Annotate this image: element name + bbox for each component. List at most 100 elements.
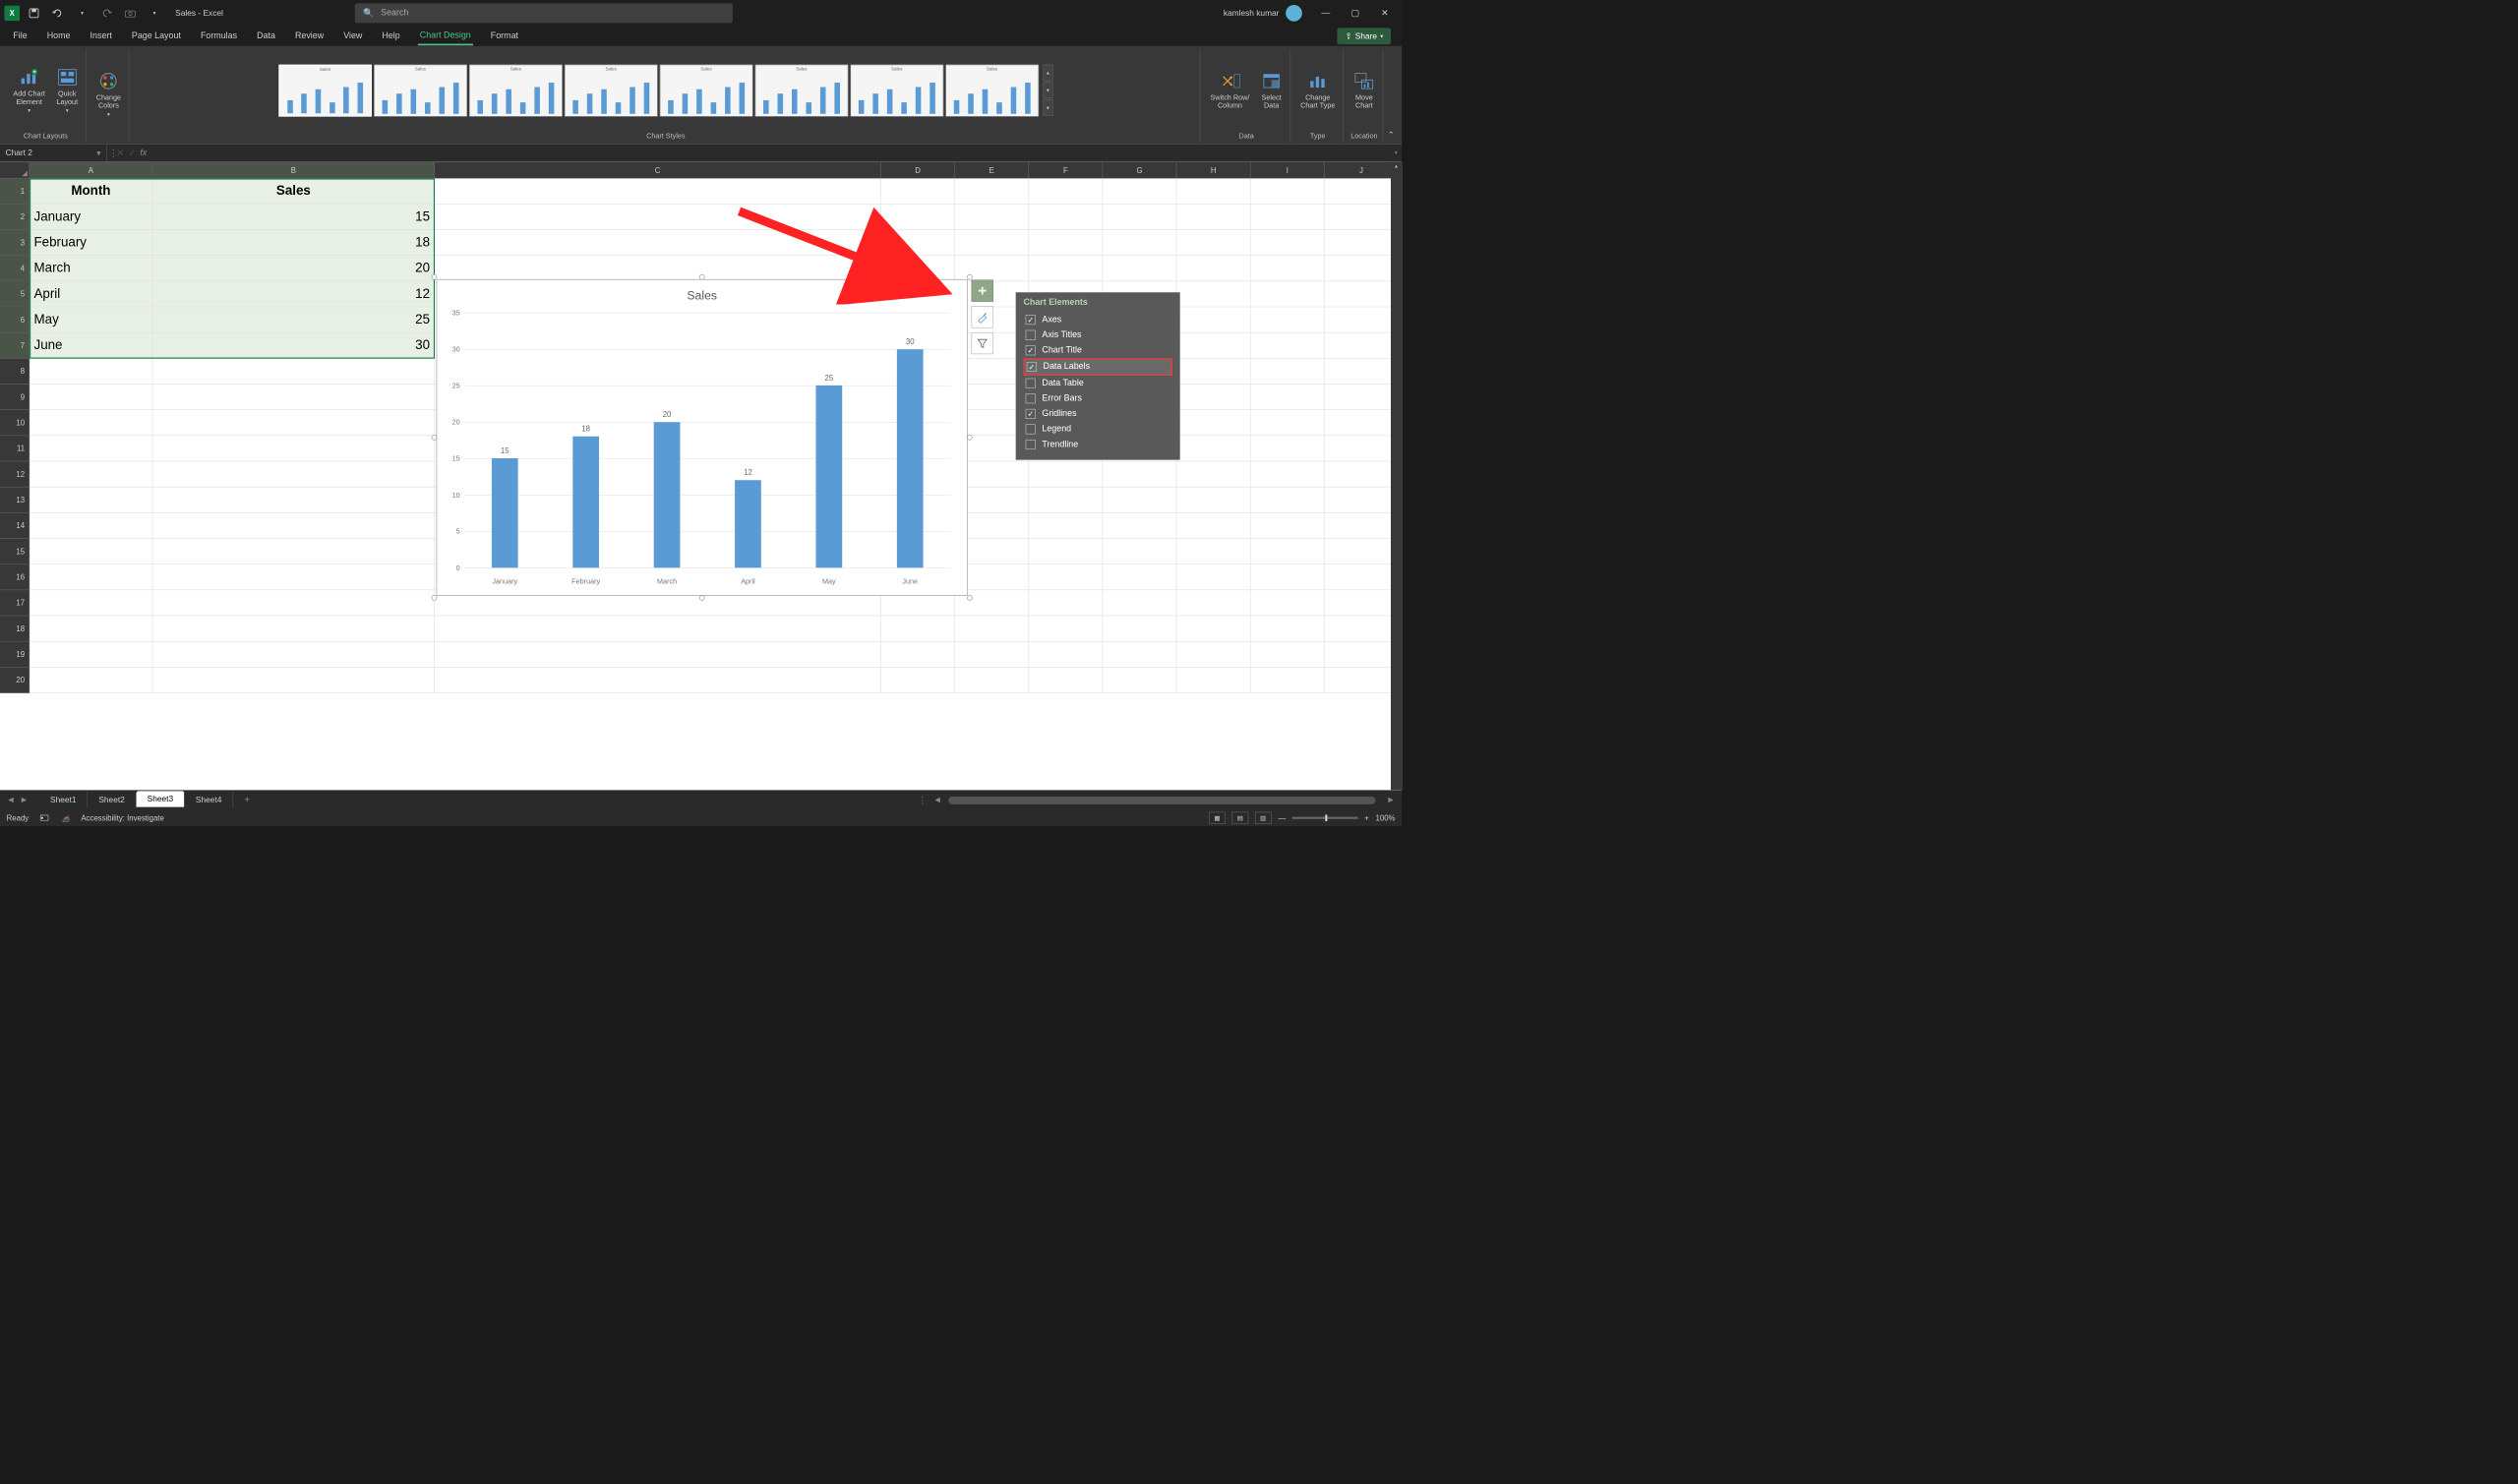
cell-F4[interactable] xyxy=(1029,256,1103,281)
cell-I13[interactable] xyxy=(1251,487,1325,512)
cell-E2[interactable] xyxy=(955,205,1029,230)
cell-I3[interactable] xyxy=(1251,230,1325,256)
cell-J4[interactable] xyxy=(1325,256,1399,281)
cell-G3[interactable] xyxy=(1103,230,1176,256)
chart-style-2[interactable]: Sales xyxy=(374,64,467,116)
cell-H13[interactable] xyxy=(1176,487,1250,512)
col-header-C[interactable]: C xyxy=(435,162,881,179)
cell-G17[interactable] xyxy=(1103,590,1176,616)
cell-E19[interactable] xyxy=(955,641,1029,667)
minimize-button[interactable]: — xyxy=(1313,4,1339,22)
cell-J2[interactable] xyxy=(1325,205,1399,230)
row-header-19[interactable]: 19 xyxy=(0,641,30,667)
row-header-20[interactable]: 20 xyxy=(0,668,30,693)
sheet-next-icon[interactable]: ► xyxy=(20,796,29,805)
chart-style-5[interactable]: Sales xyxy=(660,64,753,116)
cell-B10[interactable] xyxy=(152,410,435,436)
chart-title[interactable]: Sales xyxy=(437,279,967,307)
cell-C3[interactable] xyxy=(435,230,881,256)
chart-style-4[interactable]: Sales xyxy=(565,64,658,116)
sheet-tab-sheet1[interactable]: Sheet1 xyxy=(39,793,88,808)
tab-insert[interactable]: Insert xyxy=(88,28,114,44)
cell-F17[interactable] xyxy=(1029,590,1103,616)
cell-J5[interactable] xyxy=(1325,281,1399,307)
checkbox[interactable] xyxy=(1026,345,1036,355)
cell-H19[interactable] xyxy=(1176,641,1250,667)
cell-H9[interactable] xyxy=(1176,385,1250,410)
cell-A18[interactable] xyxy=(30,616,152,641)
cell-A3[interactable]: February xyxy=(30,230,152,256)
cell-B16[interactable] xyxy=(152,564,435,590)
cell-G2[interactable] xyxy=(1103,205,1176,230)
cell-J8[interactable] xyxy=(1325,359,1399,385)
enter-formula-icon[interactable]: ✓ xyxy=(128,148,135,158)
cell-A4[interactable]: March xyxy=(30,256,152,281)
tab-review[interactable]: Review xyxy=(293,28,327,44)
cell-G16[interactable] xyxy=(1103,564,1176,590)
close-button[interactable]: ✕ xyxy=(1372,4,1398,22)
cell-B13[interactable] xyxy=(152,487,435,512)
tab-format[interactable]: Format xyxy=(489,28,521,44)
cell-G18[interactable] xyxy=(1103,616,1176,641)
tab-home[interactable]: Home xyxy=(45,28,73,44)
cell-G15[interactable] xyxy=(1103,539,1176,564)
cell-B18[interactable] xyxy=(152,616,435,641)
row-header-6[interactable]: 6 xyxy=(0,307,30,332)
cell-D18[interactable] xyxy=(881,616,955,641)
horizontal-scrollbar[interactable] xyxy=(948,797,1375,804)
checkbox[interactable] xyxy=(1027,362,1037,372)
zoom-in-button[interactable]: + xyxy=(1364,813,1369,822)
cell-A20[interactable] xyxy=(30,668,152,693)
chart-filters-button[interactable] xyxy=(972,332,993,354)
cell-C1[interactable] xyxy=(435,178,881,204)
col-header-A[interactable]: A xyxy=(30,162,152,179)
camera-icon[interactable] xyxy=(123,6,139,22)
cell-A14[interactable] xyxy=(30,513,152,539)
cell-E18[interactable] xyxy=(955,616,1029,641)
cell-A19[interactable] xyxy=(30,641,152,667)
cell-I16[interactable] xyxy=(1251,564,1325,590)
cell-H8[interactable] xyxy=(1176,359,1250,385)
cell-G1[interactable] xyxy=(1103,178,1176,204)
cell-J9[interactable] xyxy=(1325,385,1399,410)
cell-C19[interactable] xyxy=(435,641,881,667)
cell-C4[interactable] xyxy=(435,256,881,281)
cell-H6[interactable] xyxy=(1176,307,1250,332)
cell-F14[interactable] xyxy=(1029,513,1103,539)
cell-H1[interactable] xyxy=(1176,178,1250,204)
cell-I5[interactable] xyxy=(1251,281,1325,307)
zoom-slider[interactable] xyxy=(1292,817,1358,819)
redo-icon[interactable] xyxy=(98,6,114,22)
change-chart-type-button[interactable]: Change Chart Type xyxy=(1297,69,1339,111)
cell-H15[interactable] xyxy=(1176,539,1250,564)
row-header-18[interactable]: 18 xyxy=(0,616,30,641)
share-button[interactable]: ⇪Share▾ xyxy=(1338,28,1391,44)
hscroll-left-icon[interactable]: ◄ xyxy=(933,796,942,805)
chart-styles-button[interactable] xyxy=(972,306,993,327)
cell-B17[interactable] xyxy=(152,590,435,616)
cell-G13[interactable] xyxy=(1103,487,1176,512)
cell-A6[interactable]: May xyxy=(30,307,152,332)
name-box-dropdown-icon[interactable]: ▾ xyxy=(96,148,100,158)
chart-element-axes[interactable]: Axes xyxy=(1023,312,1171,327)
row-header-14[interactable]: 14 xyxy=(0,513,30,539)
cell-B4[interactable]: 20 xyxy=(152,256,435,281)
row-header-17[interactable]: 17 xyxy=(0,590,30,616)
cell-D4[interactable] xyxy=(881,256,955,281)
cell-H7[interactable] xyxy=(1176,332,1250,358)
name-box[interactable]: Chart 2 ▾ xyxy=(0,145,107,161)
cell-D19[interactable] xyxy=(881,641,955,667)
chart-style-3[interactable]: Sales xyxy=(469,64,563,116)
cell-F13[interactable] xyxy=(1029,487,1103,512)
cell-F1[interactable] xyxy=(1029,178,1103,204)
col-header-E[interactable]: E xyxy=(955,162,1029,179)
cell-J6[interactable] xyxy=(1325,307,1399,332)
cell-A8[interactable] xyxy=(30,359,152,385)
cell-I20[interactable] xyxy=(1251,668,1325,693)
cell-J7[interactable] xyxy=(1325,332,1399,358)
cell-H4[interactable] xyxy=(1176,256,1250,281)
undo-icon[interactable] xyxy=(50,6,66,22)
tab-help[interactable]: Help xyxy=(380,28,402,44)
row-header-7[interactable]: 7 xyxy=(0,332,30,358)
cell-F20[interactable] xyxy=(1029,668,1103,693)
